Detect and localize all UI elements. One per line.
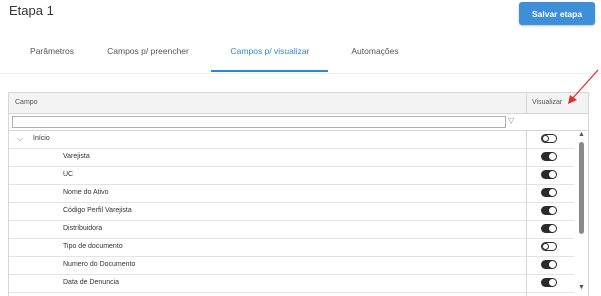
group-label: Início bbox=[33, 135, 50, 142]
field-label: Numero do Documento bbox=[63, 261, 136, 268]
field-label: Tipo de documento bbox=[63, 243, 123, 250]
column-header-campo[interactable]: Campo bbox=[15, 99, 38, 106]
table-row[interactable]: Numero do Documento bbox=[9, 257, 574, 275]
table-row[interactable]: Tipo de documento bbox=[9, 239, 574, 257]
fields-grid: Campo Visualizar ▽ ⌵ Início Varejista UC… bbox=[8, 92, 589, 296]
visualizar-toggle[interactable] bbox=[541, 170, 557, 179]
active-tab-indicator bbox=[211, 70, 328, 72]
vertical-scrollbar[interactable]: ▲ ▼ bbox=[577, 131, 587, 296]
tab-bar: Parâmetros Campos p/ preencher Campos p/… bbox=[0, 38, 601, 74]
cell-divider bbox=[526, 185, 527, 202]
tab-automacoes[interactable]: Automações bbox=[340, 46, 410, 72]
tab-campos-preencher[interactable]: Campos p/ preencher bbox=[93, 46, 203, 72]
cell-divider bbox=[526, 257, 527, 274]
table-row[interactable]: Distribuidora bbox=[9, 221, 574, 239]
visualizar-toggle[interactable] bbox=[541, 188, 557, 197]
visualizar-toggle[interactable] bbox=[541, 260, 557, 269]
table-row[interactable]: Data de Denuncia bbox=[9, 275, 574, 293]
visualizar-toggle[interactable] bbox=[541, 224, 557, 233]
column-header-visualizar[interactable]: Visualizar bbox=[532, 99, 562, 106]
cell-divider bbox=[526, 167, 527, 184]
grid-rows: ⌵ Início Varejista UC Nome do Ativo Códi… bbox=[9, 131, 574, 293]
field-label: UC bbox=[63, 171, 74, 178]
cell-divider bbox=[526, 149, 527, 166]
cell-divider bbox=[526, 203, 527, 220]
field-label: Varejista bbox=[63, 153, 90, 160]
cell-divider bbox=[526, 239, 527, 256]
filter-icon[interactable]: ▽ bbox=[508, 116, 514, 125]
table-row[interactable]: UC bbox=[9, 167, 574, 185]
visualizar-toggle[interactable] bbox=[541, 278, 557, 287]
field-label: Distribuidora bbox=[63, 225, 103, 232]
tab-parametros[interactable]: Parâmetros bbox=[22, 46, 82, 72]
page-title: Etapa 1 bbox=[9, 3, 54, 18]
scrollbar-thumb[interactable] bbox=[579, 142, 584, 234]
scroll-up-icon[interactable]: ▲ bbox=[578, 131, 585, 138]
grid-header: Campo Visualizar bbox=[9, 93, 588, 114]
cell-divider bbox=[526, 275, 527, 292]
table-row[interactable]: Varejista bbox=[9, 149, 574, 167]
tab-campos-visualizar[interactable]: Campos p/ visualizar bbox=[212, 46, 328, 72]
visualizar-toggle[interactable] bbox=[541, 152, 557, 161]
scroll-down-icon[interactable]: ▼ bbox=[578, 284, 585, 291]
field-label: Data de Denuncia bbox=[63, 279, 120, 286]
cell-divider bbox=[526, 221, 527, 238]
chevron-down-icon[interactable]: ⌵ bbox=[17, 134, 23, 144]
save-step-button[interactable]: Salvar etapa bbox=[519, 2, 595, 25]
field-label: Código Perfil Varejista bbox=[63, 207, 132, 214]
tab-bar-border bbox=[0, 73, 601, 74]
visualizar-toggle[interactable] bbox=[541, 242, 557, 251]
visualizar-toggle[interactable] bbox=[541, 134, 557, 143]
filter-row: ▽ bbox=[9, 114, 588, 131]
table-row[interactable]: Nome do Ativo bbox=[9, 185, 574, 203]
campo-filter-input[interactable] bbox=[12, 116, 506, 128]
table-row[interactable]: Código Perfil Varejista bbox=[9, 203, 574, 221]
field-label: Nome do Ativo bbox=[63, 189, 109, 196]
cell-divider bbox=[526, 131, 527, 148]
group-row[interactable]: ⌵ Início bbox=[9, 131, 574, 149]
visualizar-toggle[interactable] bbox=[541, 206, 557, 215]
